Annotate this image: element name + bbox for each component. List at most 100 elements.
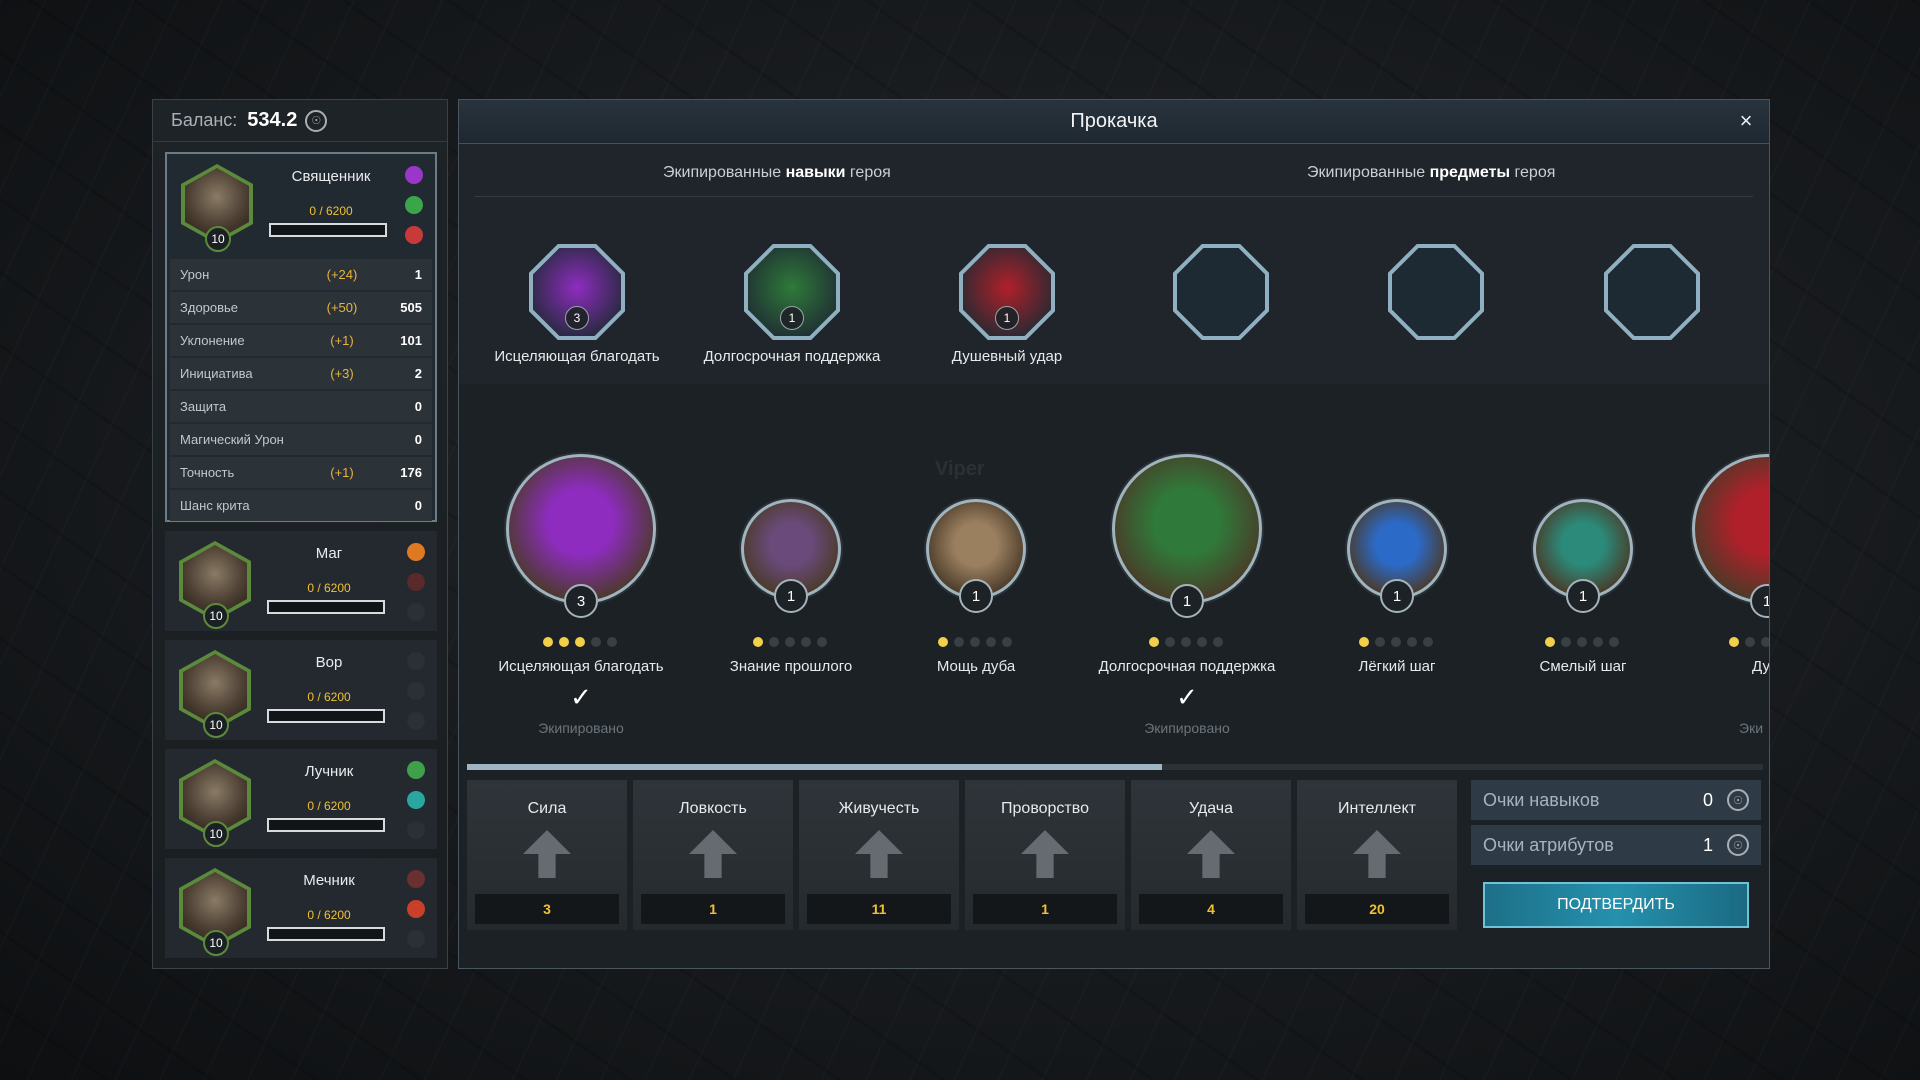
skill-orb-icon xyxy=(407,870,425,888)
stat-name: Точность xyxy=(180,465,235,480)
rank-dot xyxy=(1359,637,1369,647)
attribute-name: Удача xyxy=(1188,800,1234,817)
skill-icon[interactable] xyxy=(1112,454,1262,604)
skill-orb-icon xyxy=(405,226,423,244)
skill-orb-icon xyxy=(407,791,425,809)
skill-orb-icon xyxy=(407,652,425,670)
stat-value: 0 xyxy=(414,399,422,414)
slot-level-badge: 1 xyxy=(780,306,804,330)
stat-bonus: (+50) xyxy=(326,300,358,315)
rank-dot xyxy=(938,637,948,647)
equipped-item-slot[interactable] xyxy=(1388,244,1484,340)
equipped-label: Эки xyxy=(1739,720,1764,736)
equipped-skill-slot[interactable]: 1 Душевный удар xyxy=(952,244,1062,365)
hero-card[interactable]: 10 Маг 0 / 6200 xyxy=(165,531,437,631)
slot-frame xyxy=(1173,244,1269,340)
stat-row: Здоровье (+50) 505 xyxy=(170,292,432,323)
confirm-button[interactable]: ПОДТВЕРДИТЬ xyxy=(1483,882,1749,928)
hero-level-badge: 10 xyxy=(203,930,229,956)
points-panel: Очки навыков 0 ☉ Очки атрибутов 1 ☉ ПОДТ… xyxy=(1471,780,1761,940)
rank-dot xyxy=(607,637,617,647)
rank-dot xyxy=(1213,637,1223,647)
rank-dot xyxy=(559,637,569,647)
arrow-up-icon[interactable] xyxy=(523,830,571,878)
arrow-up-icon[interactable] xyxy=(1353,830,1401,878)
attribute-value: 1 xyxy=(641,894,785,924)
stat-value: 505 xyxy=(400,300,422,315)
skill-orb-icon xyxy=(407,543,425,561)
stat-row: Шанс крита 0 xyxy=(170,490,432,521)
skill-points-label: Очки навыков xyxy=(1483,789,1600,810)
rank-dot xyxy=(543,637,553,647)
stat-value: 176 xyxy=(400,465,422,480)
arrow-up-icon[interactable] xyxy=(1187,830,1235,878)
checkmark-icon[interactable]: ✓ xyxy=(1172,682,1202,713)
stat-bonus: (+24) xyxy=(326,267,358,282)
equipped-item-slot[interactable] xyxy=(1604,244,1700,340)
attribute-name: Интеллект xyxy=(1338,800,1416,817)
hero-card[interactable]: 10 Мечник 0 / 6200 xyxy=(165,858,437,958)
skills-scrollbar[interactable] xyxy=(467,764,1763,770)
hero-card[interactable]: 10 Священник 0 / 6200 Урон (+24) 1 Здоровье (+5… xyxy=(165,152,437,522)
stat-value: 0 xyxy=(414,498,422,513)
rank-dot xyxy=(1165,637,1175,647)
scrollbar-thumb[interactable] xyxy=(467,764,1162,770)
equipped-skills-header: Экипированные навыки героя xyxy=(663,164,891,182)
hero-card[interactable]: 10 Вор 0 / 6200 xyxy=(165,640,437,740)
rank-dot xyxy=(1729,637,1739,647)
hero-xp-text: 0 / 6200 xyxy=(307,908,351,922)
hero-xp-bar xyxy=(267,709,385,723)
skill-level-badge: 1 xyxy=(1566,579,1600,613)
slot-label: Душевный удар xyxy=(951,348,1063,365)
skill-level-badge: 1 xyxy=(1380,579,1414,613)
balance-value: 534.2 xyxy=(247,109,298,131)
stat-row: Инициатива (+3) 2 xyxy=(170,358,432,389)
rank-dot xyxy=(1593,637,1603,647)
header-prefix: Экипированные xyxy=(663,164,786,181)
stat-row: Урон (+24) 1 xyxy=(170,259,432,290)
stat-row: Уклонение (+1) 101 xyxy=(170,325,432,356)
skill-orb-icon xyxy=(407,682,425,700)
equipped-skill-slot[interactable]: 3 Исцеляющая благодать xyxy=(494,244,660,365)
arrow-up-icon[interactable] xyxy=(1021,830,1069,878)
equipped-skill-slot[interactable]: 1 Долгосрочная поддержка xyxy=(704,244,880,365)
attribute-value: 20 xyxy=(1305,894,1449,924)
hero-name: Лучник xyxy=(304,763,354,780)
arrow-up-icon[interactable] xyxy=(689,830,737,878)
arrow-up-icon[interactable] xyxy=(855,830,903,878)
rank-dot xyxy=(1745,637,1755,647)
stat-bonus: (+1) xyxy=(330,465,354,480)
stat-name: Здоровье xyxy=(180,300,239,315)
attribute-card: Проворство 1 xyxy=(965,780,1125,930)
empty-slot xyxy=(1177,248,1265,336)
skill-icon[interactable] xyxy=(506,454,656,604)
attribute-value: 11 xyxy=(807,894,951,924)
hero-level-badge: 10 xyxy=(203,603,229,629)
equipped-label: Экипировано xyxy=(1144,720,1230,736)
hero-card[interactable]: 10 Лучник 0 / 6200 xyxy=(165,749,437,849)
attribute-card: Ловкость 1 xyxy=(633,780,793,930)
skill-icon[interactable] xyxy=(1692,454,1769,604)
attribute-value: 1 xyxy=(973,894,1117,924)
hero-xp-text: 0 / 6200 xyxy=(307,799,351,813)
equipped-item-slot[interactable] xyxy=(1173,244,1269,340)
hero-xp-text: 0 / 6200 xyxy=(307,581,351,595)
skill-rank-dots xyxy=(543,637,617,647)
skill-rank-dots xyxy=(938,637,1012,647)
rank-dot xyxy=(575,637,585,647)
stat-value: 1 xyxy=(414,267,422,282)
rank-dot xyxy=(1375,637,1385,647)
rank-dot xyxy=(1181,637,1191,647)
skill-orb-icon xyxy=(407,900,425,918)
stat-name: Шанс крита xyxy=(180,498,250,513)
checkmark-icon[interactable]: ✓ xyxy=(566,682,596,713)
rank-dot xyxy=(1407,637,1417,647)
attribute-card: Сила 3 xyxy=(467,780,627,930)
stat-row: Защита 0 xyxy=(170,391,432,422)
skill-level-badge: 1 xyxy=(1170,584,1204,618)
attribute-name: Сила xyxy=(527,800,567,817)
hero-level-badge: 10 xyxy=(203,821,229,847)
close-button[interactable]: × xyxy=(1735,110,1757,132)
rank-dot xyxy=(970,637,980,647)
skill-orb-icon xyxy=(407,603,425,621)
